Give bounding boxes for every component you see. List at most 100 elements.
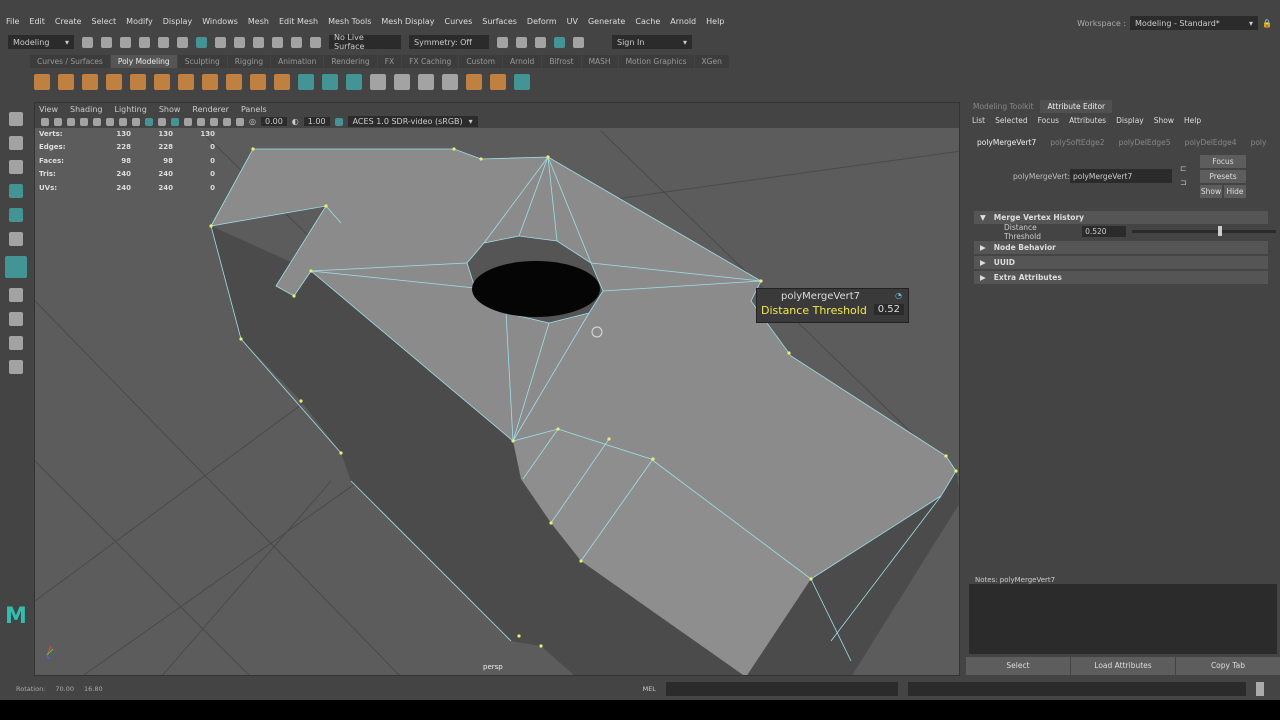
poly-cone-icon[interactable] xyxy=(106,74,122,90)
menu-curves[interactable]: Curves xyxy=(444,17,472,26)
select-hierarchy-icon[interactable] xyxy=(177,36,188,48)
menu-edit[interactable]: Edit xyxy=(29,17,45,26)
distance-threshold-field[interactable]: 0.520 xyxy=(1082,226,1127,237)
exposure-field[interactable]: 0.00 xyxy=(260,117,287,126)
settings-icon[interactable]: ◔ xyxy=(895,291,902,300)
vp-menu-renderer[interactable]: Renderer xyxy=(192,105,229,114)
sign-in-button[interactable]: Sign In ▾ xyxy=(612,35,692,49)
menu-windows[interactable]: Windows xyxy=(202,17,238,26)
vp-menu-shading[interactable]: Shading xyxy=(70,105,103,114)
menu-modify[interactable]: Modify xyxy=(126,17,153,26)
platonic-icon[interactable] xyxy=(202,74,218,90)
poly-torus-icon[interactable] xyxy=(130,74,146,90)
shelf-tab[interactable]: Rendering xyxy=(324,55,377,68)
ae-menu-attributes[interactable]: Attributes xyxy=(1069,116,1106,125)
super-shape-icon[interactable] xyxy=(226,74,242,90)
redo-icon[interactable] xyxy=(158,36,169,48)
snap-point-icon[interactable] xyxy=(272,36,283,48)
vp-menu-panels[interactable]: Panels xyxy=(241,105,267,114)
presets-button[interactable]: Presets xyxy=(1200,170,1246,183)
last-tool-icon[interactable] xyxy=(5,256,27,278)
snap-grid-icon[interactable] xyxy=(234,36,245,48)
lock-icon[interactable]: 🔒 xyxy=(1262,19,1272,28)
shelf-tab[interactable]: Custom xyxy=(459,55,503,68)
four-view-icon[interactable] xyxy=(9,312,23,326)
menuset-dropdown[interactable]: Modeling ▾ xyxy=(8,35,74,49)
menu-uv[interactable]: UV xyxy=(567,17,578,26)
lasso-tool-icon[interactable] xyxy=(9,136,23,150)
separate-icon[interactable] xyxy=(346,74,362,90)
node-tab[interactable]: polyDelEdge4 xyxy=(1178,136,1244,149)
wireframe-on-shaded-icon[interactable] xyxy=(171,117,179,126)
ambient-occlusion-icon[interactable] xyxy=(210,117,218,126)
menu-display[interactable]: Display xyxy=(163,17,193,26)
copy-tab-button[interactable]: Copy Tab xyxy=(1176,657,1280,675)
tab-scroll-icon[interactable]: ◂▸ xyxy=(1273,136,1280,149)
resolution-gate-icon[interactable] xyxy=(119,117,127,126)
save-scene-icon[interactable] xyxy=(120,36,131,48)
menu-mesh[interactable]: Mesh xyxy=(248,17,269,26)
bevel-icon[interactable] xyxy=(466,74,482,90)
menu-generate[interactable]: Generate xyxy=(588,17,625,26)
load-attributes-button[interactable]: Load Attributes xyxy=(1071,657,1175,675)
camera-attr-icon[interactable] xyxy=(54,117,62,126)
vp-menu-show[interactable]: Show xyxy=(159,105,181,114)
menu-deform[interactable]: Deform xyxy=(527,17,557,26)
snap-surface-icon[interactable] xyxy=(310,36,321,48)
distance-threshold-slider[interactable] xyxy=(1132,226,1276,236)
menu-edit-mesh[interactable]: Edit Mesh xyxy=(279,17,318,26)
undo-icon[interactable] xyxy=(139,36,150,48)
select-component-icon[interactable] xyxy=(215,36,226,48)
select-object-icon[interactable] xyxy=(196,36,207,48)
poly-plane-icon[interactable] xyxy=(154,74,170,90)
extrude-icon[interactable] xyxy=(418,74,434,90)
camera-icon[interactable] xyxy=(41,117,49,126)
select-tool-icon[interactable] xyxy=(9,112,23,126)
menu-cache[interactable]: Cache xyxy=(635,17,660,26)
pause-icon[interactable] xyxy=(573,36,584,48)
vp-menu-lighting[interactable]: Lighting xyxy=(114,105,146,114)
menu-select[interactable]: Select xyxy=(91,17,116,26)
shelf-tab[interactable]: Rigging xyxy=(227,55,271,68)
bookmark-icon[interactable] xyxy=(67,117,75,126)
node-name-field[interactable]: polyMergeVert7 xyxy=(1070,169,1172,183)
ae-menu-focus[interactable]: Focus xyxy=(1038,116,1059,125)
new-scene-icon[interactable] xyxy=(82,36,93,48)
menu-help[interactable]: Help xyxy=(706,17,724,26)
poly-sphere-icon[interactable] xyxy=(34,74,50,90)
ipr-render-icon[interactable] xyxy=(516,36,527,48)
notes-field[interactable] xyxy=(969,584,1277,654)
menu-arnold[interactable]: Arnold xyxy=(670,17,696,26)
ae-menu-help[interactable]: Help xyxy=(1184,116,1201,125)
node-tab[interactable]: polySoftEdge2 xyxy=(1043,136,1111,149)
move-tool-icon[interactable] xyxy=(9,184,23,198)
wireframe-icon[interactable] xyxy=(132,117,140,126)
snap-curve-icon[interactable] xyxy=(253,36,264,48)
node-tab[interactable]: polyDelEdge5 xyxy=(1112,136,1178,149)
ae-menu-list[interactable]: List xyxy=(972,116,985,125)
multi-cut-icon[interactable] xyxy=(490,74,506,90)
ae-menu-show[interactable]: Show xyxy=(1154,116,1174,125)
in-view-attr-label[interactable]: Distance Threshold xyxy=(761,304,867,317)
menu-mesh-tools[interactable]: Mesh Tools xyxy=(328,17,371,26)
bridge-icon[interactable] xyxy=(442,74,458,90)
render-settings-icon[interactable] xyxy=(535,36,546,48)
menu-create[interactable]: Create xyxy=(55,17,82,26)
render-icon[interactable] xyxy=(497,36,508,48)
symmetry-dropdown[interactable]: Symmetry: Off xyxy=(409,35,489,49)
menu-file[interactable]: File xyxy=(6,17,19,26)
node-tab[interactable]: poly xyxy=(1244,136,1274,149)
select-button[interactable]: Select xyxy=(966,657,1070,675)
image-plane-icon[interactable] xyxy=(80,117,88,126)
tab-attribute-editor[interactable]: Attribute Editor xyxy=(1040,100,1113,113)
mel-label[interactable]: MEL xyxy=(643,685,656,693)
shelf-tab[interactable]: Motion Graphics xyxy=(618,55,694,68)
rotate-tool-icon[interactable] xyxy=(9,208,23,222)
lights-icon[interactable] xyxy=(184,117,192,126)
script-editor-icon[interactable] xyxy=(1255,682,1264,696)
outliner-icon[interactable] xyxy=(9,360,23,374)
svg-icon[interactable] xyxy=(274,74,290,90)
shadows-icon[interactable] xyxy=(197,117,205,126)
workspace-dropdown[interactable]: Modeling - Standard* ▾ xyxy=(1130,16,1259,30)
ae-menu-display[interactable]: Display xyxy=(1116,116,1144,125)
